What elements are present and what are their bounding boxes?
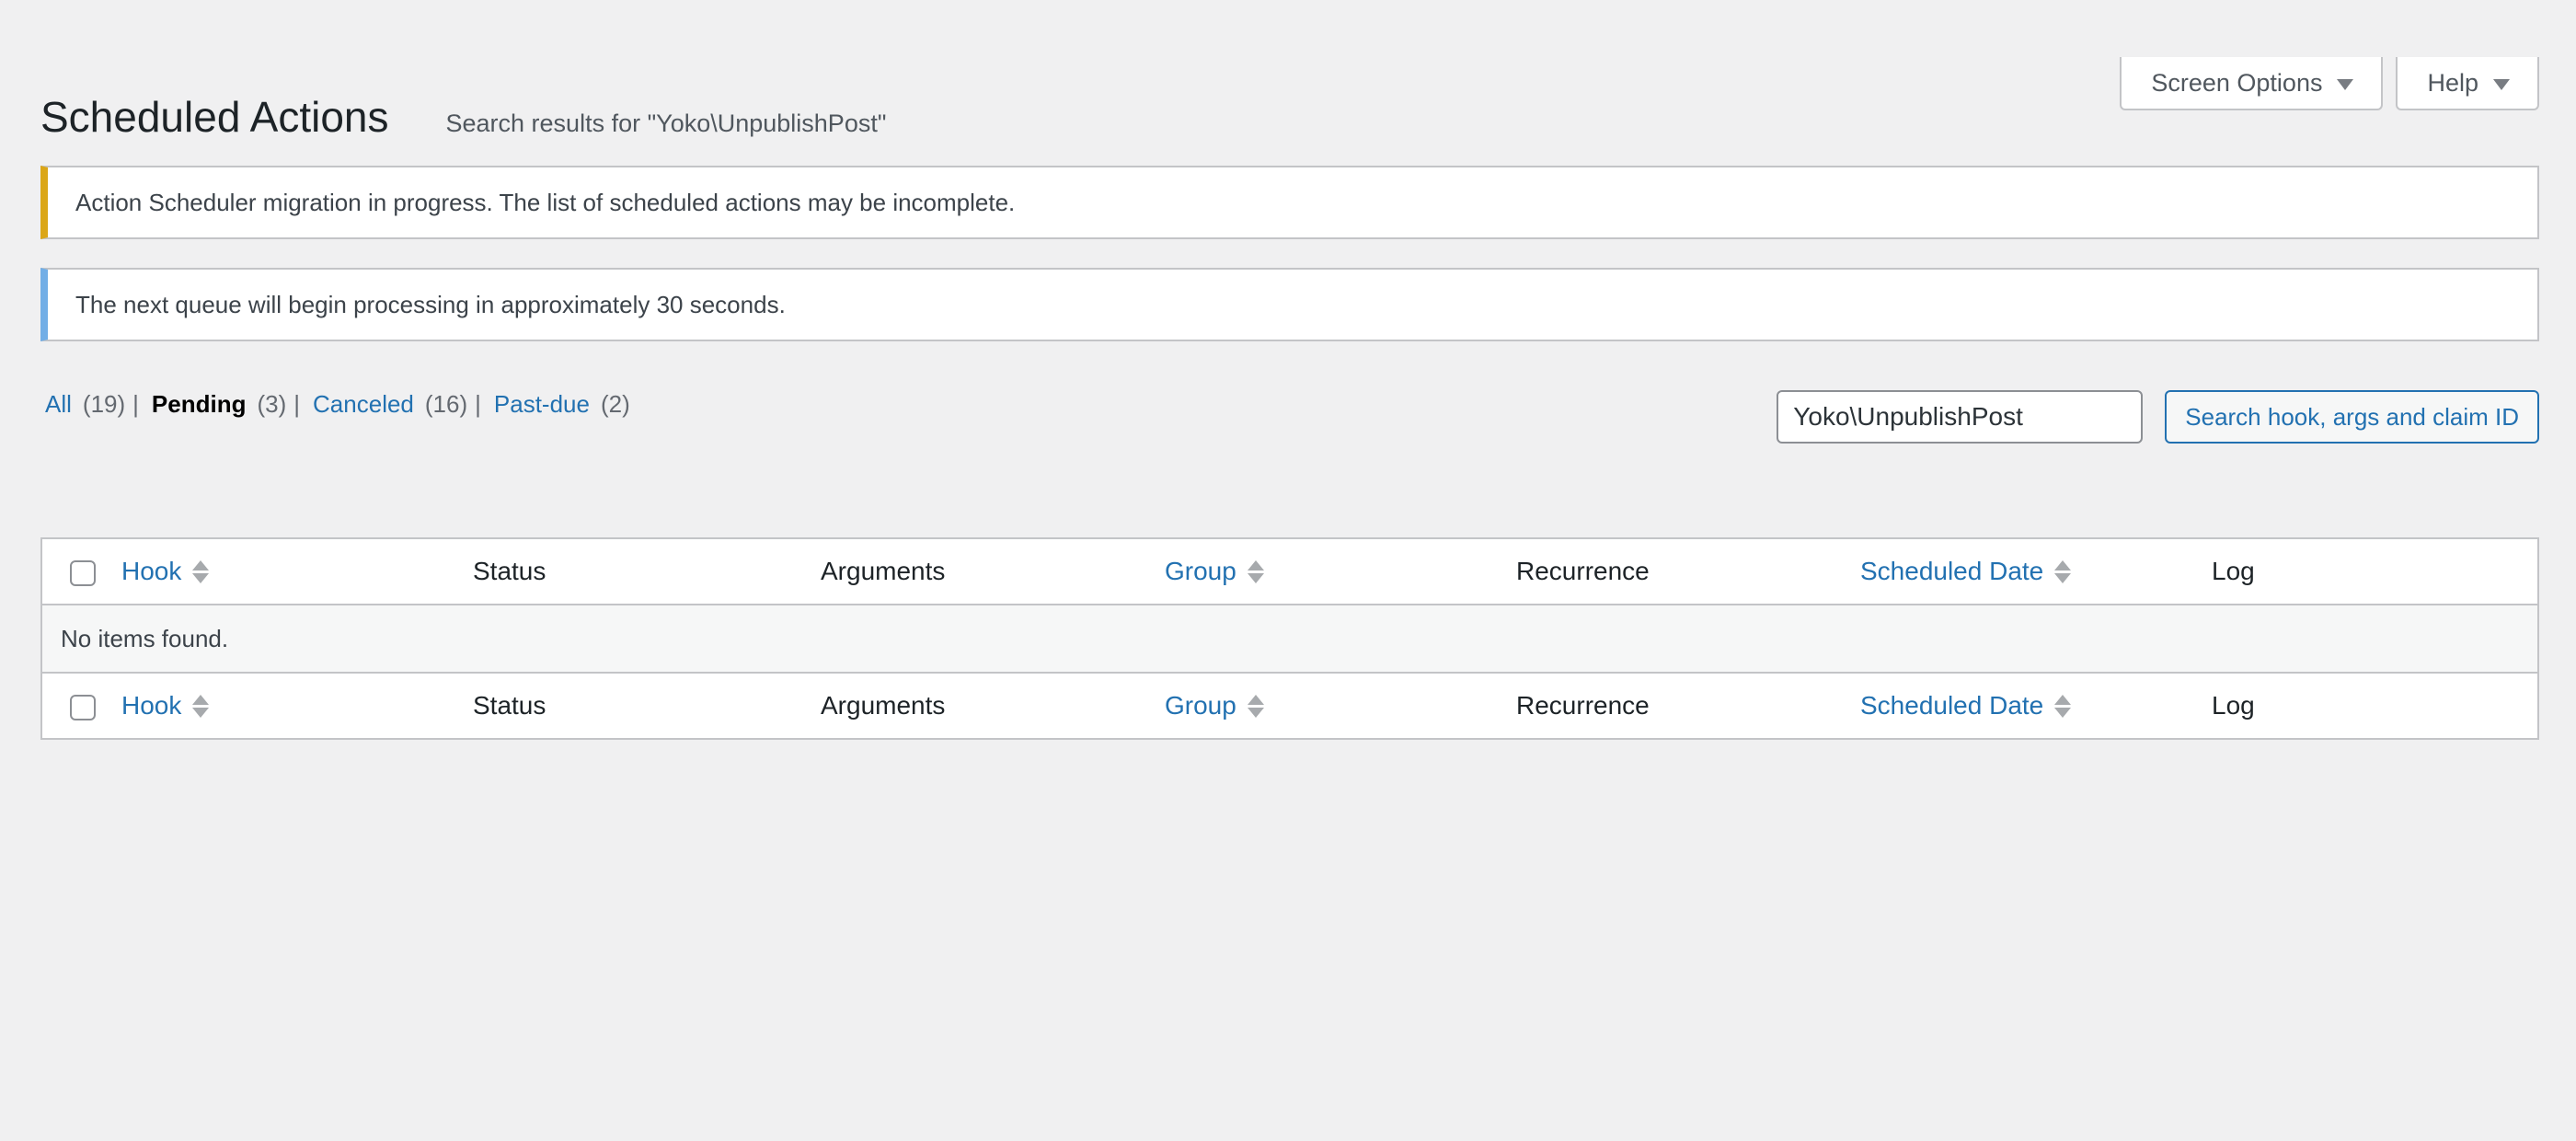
column-hook-label: Hook [121,691,182,720]
sort-icon [192,559,210,583]
column-scheduled-date-label: Scheduled Date [1860,691,2044,720]
column-group-label: Group [1165,691,1236,720]
no-items-message: No items found. [61,624,229,652]
filter-past-due-count: (2) [600,390,630,418]
screen-options-label: Screen Options [2151,68,2323,97]
column-hook-label: Hook [121,557,182,585]
page-title: Scheduled Actions [40,93,389,141]
column-log-footer: Log [2212,691,2255,720]
filter-separator: | [293,390,301,418]
column-recurrence-footer: Recurrence [1516,691,1650,720]
table-header-row: Hook Status Arguments Group Recurrence S… [42,539,2537,605]
filter-pending-count: (3) [257,390,287,418]
sort-icon [1247,559,1264,583]
caret-down-icon [2493,79,2510,90]
filter-separator: | [132,390,139,418]
sort-icon [1247,694,1264,718]
column-log-header: Log [2212,557,2255,585]
search-submit-button[interactable]: Search hook, args and claim ID [2165,390,2539,444]
migration-warning-notice: Action Scheduler migration in progress. … [40,166,2539,239]
select-all-cell [42,691,121,720]
column-arguments-header: Arguments [821,557,946,585]
table-footer-row: Hook Status Arguments Group Recurrence S… [42,672,2537,738]
column-arguments-footer: Arguments [821,691,946,720]
notice-text: Action Scheduler migration in progress. … [75,188,1016,216]
sort-icon [2054,559,2072,583]
column-group-header[interactable]: Group [1165,557,1516,586]
help-button[interactable]: Help [2396,57,2539,110]
select-all-checkbox[interactable] [70,560,96,586]
scheduled-actions-table: Hook Status Arguments Group Recurrence S… [40,537,2539,740]
select-all-cell [42,557,121,586]
column-scheduled-date-footer[interactable]: Scheduled Date [1860,691,2212,720]
filter-all-count: (19) [82,390,126,418]
filter-canceled-count: (16) [424,390,468,418]
column-status-footer: Status [473,691,546,720]
column-hook-header[interactable]: Hook [121,557,473,586]
column-scheduled-date-header[interactable]: Scheduled Date [1860,557,2212,586]
search-input[interactable] [1777,390,2144,444]
no-items-row: No items found. [42,605,2537,672]
filter-past-due-link[interactable]: Past-due [494,390,590,419]
column-recurrence-header: Recurrence [1516,557,1650,585]
status-filters: All (19) | Pending (3) | Canceled (16) |… [45,390,630,419]
column-status-header: Status [473,557,546,585]
column-group-label: Group [1165,557,1236,585]
caret-down-icon [2337,79,2354,90]
notice-text: The next queue will begin processing in … [75,290,786,318]
column-hook-footer[interactable]: Hook [121,691,473,720]
search-box: Search hook, args and claim ID [1777,390,2539,444]
queue-info-notice: The next queue will begin processing in … [40,268,2539,341]
sort-icon [192,694,210,718]
column-group-footer[interactable]: Group [1165,691,1516,720]
filter-all-link[interactable]: All [45,390,72,419]
page-header: Scheduled Actions Search results for "Yo… [40,92,886,142]
sort-icon [2054,694,2072,718]
screen-options-button[interactable]: Screen Options [2120,57,2384,110]
screen-meta-links: Screen Options Help [2120,57,2539,110]
filter-separator: | [475,390,481,418]
search-results-subtitle: Search results for "Yoko\UnpublishPost" [445,109,887,137]
help-label: Help [2427,68,2478,97]
select-all-checkbox-footer[interactable] [70,695,96,720]
filter-pending-link[interactable]: Pending [152,390,247,419]
filter-canceled-link[interactable]: Canceled [313,390,414,419]
column-scheduled-date-label: Scheduled Date [1860,557,2044,585]
